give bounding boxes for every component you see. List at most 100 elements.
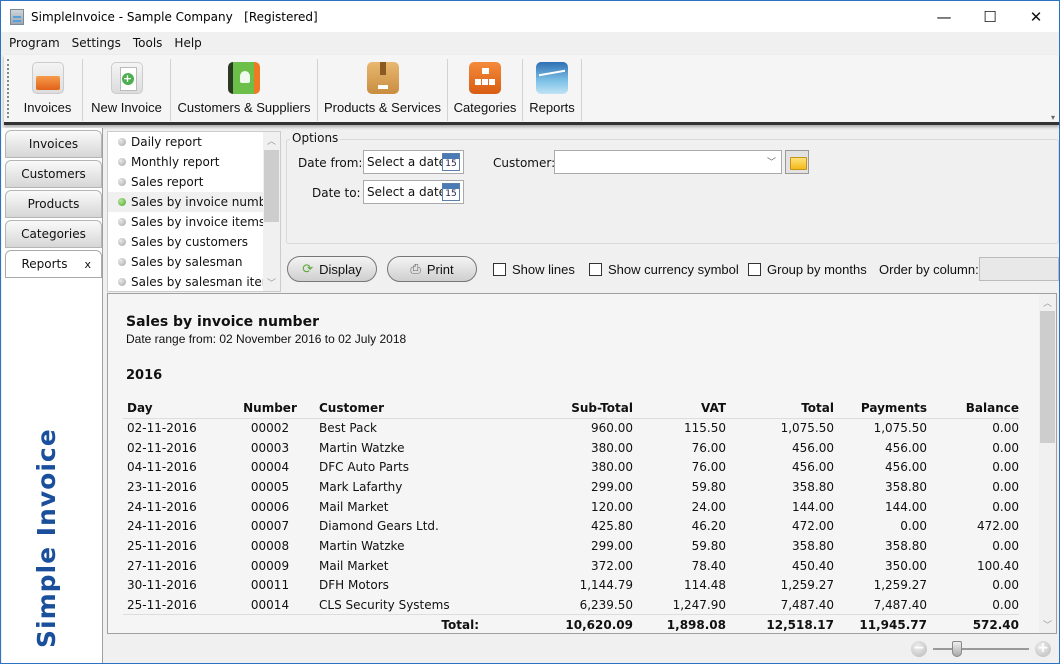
scroll-thumb[interactable] bbox=[1040, 311, 1055, 443]
cell-day: 30-11-2016 bbox=[127, 578, 197, 593]
report-view: Sales by invoice number Date range from:… bbox=[107, 293, 1057, 634]
menu-bar: Program Settings Tools Help bbox=[1, 32, 1059, 54]
printer-icon: ⎙ bbox=[410, 261, 421, 276]
show-lines-checkbox[interactable]: Show lines bbox=[493, 262, 575, 277]
cell-day: 27-11-2016 bbox=[127, 558, 197, 573]
toolbar: Invoices New Invoice Customers & Supplie… bbox=[4, 55, 1059, 125]
app-window: SimpleInvoice - Sample Company [Register… bbox=[0, 0, 1060, 664]
table-header-row: Day Number Customer Sub-Total VAT Total … bbox=[123, 398, 1019, 419]
toolbar-customers-button[interactable]: Customers & Suppliers bbox=[171, 59, 318, 121]
calendar-icon[interactable]: 15 bbox=[442, 153, 460, 171]
cell-sub-total: 299.00 bbox=[591, 479, 633, 494]
customer-select[interactable]: ﹀ bbox=[554, 150, 782, 174]
cell-payments: 456.00 bbox=[885, 460, 927, 475]
cell-total: 450.40 bbox=[792, 558, 834, 573]
cell-customer: Best Pack bbox=[319, 421, 377, 436]
close-tab-icon[interactable]: x bbox=[84, 258, 91, 271]
maximize-button[interactable]: ☐ bbox=[967, 1, 1013, 32]
cell-sub-total: 6,239.50 bbox=[579, 597, 633, 612]
cell-sub-total: 299.00 bbox=[591, 538, 633, 553]
window-title: SimpleInvoice - Sample Company [Register… bbox=[31, 9, 318, 24]
display-button[interactable]: ⟳ Display bbox=[287, 256, 377, 282]
calendar-icon[interactable]: 15 bbox=[442, 183, 460, 201]
zoom-in-button[interactable]: + bbox=[1035, 641, 1051, 657]
close-button[interactable]: ✕ bbox=[1013, 1, 1059, 32]
cell-payments: 7,487.40 bbox=[873, 597, 927, 612]
date-to-picker[interactable]: Select a date 15 bbox=[363, 180, 464, 204]
nav-tab-reports[interactable]: Reports x bbox=[5, 250, 102, 278]
zoom-slider-thumb[interactable] bbox=[952, 641, 962, 657]
toolbar-products-button[interactable]: Products & Services bbox=[318, 59, 448, 121]
order-by-select[interactable] bbox=[979, 257, 1059, 281]
report-item-label: Sales by salesman items bbox=[131, 275, 280, 289]
report-item-by-salesman[interactable]: Sales by salesman bbox=[108, 252, 280, 272]
scroll-up-icon[interactable]: ︿ bbox=[263, 134, 280, 147]
menu-settings[interactable]: Settings bbox=[66, 36, 127, 50]
scroll-up-icon[interactable]: ︿ bbox=[1039, 296, 1056, 309]
nav-tab-customers[interactable]: Customers bbox=[5, 160, 102, 188]
menu-help[interactable]: Help bbox=[168, 36, 207, 50]
minimize-button[interactable]: — bbox=[921, 1, 967, 32]
cell-day: 24-11-2016 bbox=[127, 499, 197, 514]
cell-customer: Mail Market bbox=[319, 499, 389, 514]
cell-sub-total: 380.00 bbox=[591, 460, 633, 475]
cell-customer: DFH Motors bbox=[319, 578, 389, 593]
toolbar-reports-button[interactable]: Reports bbox=[523, 59, 582, 121]
checkbox-box[interactable] bbox=[589, 263, 602, 276]
report-item-monthly[interactable]: Monthly report bbox=[108, 152, 280, 172]
report-list-scrollbar[interactable]: ︿ ﹀ bbox=[263, 132, 280, 291]
nav-tab-products[interactable]: Products bbox=[5, 190, 102, 218]
title-bar: SimpleInvoice - Sample Company [Register… bbox=[1, 1, 1059, 32]
report-title: Sales by invoice number bbox=[126, 314, 319, 330]
nav-tab-categories[interactable]: Categories bbox=[5, 220, 102, 248]
report-scrollbar[interactable]: ︿ ﹀ bbox=[1039, 294, 1056, 633]
cell-vat: 78.40 bbox=[691, 558, 726, 573]
chevron-down-icon[interactable]: ﹀ bbox=[767, 155, 776, 168]
cell-total: 456.00 bbox=[792, 460, 834, 475]
print-label: Print bbox=[426, 261, 454, 277]
cell-balance: 100.40 bbox=[977, 558, 1019, 573]
total-vat: 1,898.08 bbox=[633, 614, 726, 633]
scroll-down-icon[interactable]: ﹀ bbox=[1039, 618, 1056, 631]
table-row: 23-11-2016 00005 Mark Lafarthy 299.00 59.80 3… bbox=[123, 477, 1019, 497]
display-label: Display bbox=[319, 261, 362, 277]
report-year-heading: 2016 bbox=[126, 368, 163, 383]
report-item-by-salesman-items[interactable]: Sales by salesman items bbox=[108, 272, 280, 291]
group-by-months-checkbox[interactable]: Group by months bbox=[748, 262, 867, 277]
table-row: 27-11-2016 00009 Mail Market 372.00 78.40 450… bbox=[123, 556, 1019, 576]
browse-customer-button[interactable] bbox=[785, 150, 809, 174]
menu-program[interactable]: Program bbox=[3, 36, 66, 50]
show-lines-label: Show lines bbox=[512, 262, 575, 277]
print-button[interactable]: ⎙ Print bbox=[387, 256, 477, 282]
report-item-by-invoice-items[interactable]: Sales by invoice items bbox=[108, 212, 280, 232]
report-item-daily[interactable]: Daily report bbox=[108, 132, 280, 152]
total-sub-total: 10,620.09 bbox=[493, 614, 633, 633]
cell-customer: Martin Watzke bbox=[319, 538, 405, 553]
toolbar-customers-label: Customers & Suppliers bbox=[177, 100, 311, 115]
toolbar-new-invoice-button[interactable]: New Invoice bbox=[83, 59, 171, 121]
toolbar-reports-label: Reports bbox=[529, 100, 575, 115]
table-row: 25-11-2016 00014 CLS Security Systems 6,239… bbox=[123, 595, 1019, 615]
app-icon bbox=[10, 8, 24, 25]
radio-dot-icon bbox=[118, 138, 126, 146]
checkbox-box[interactable] bbox=[748, 263, 761, 276]
toolbar-invoices-button[interactable]: Invoices bbox=[13, 59, 83, 121]
menu-tools[interactable]: Tools bbox=[127, 36, 169, 50]
scroll-down-icon[interactable]: ﹀ bbox=[263, 276, 280, 289]
cell-day: 04-11-2016 bbox=[127, 460, 197, 475]
scroll-thumb[interactable] bbox=[264, 150, 279, 222]
checkbox-box[interactable] bbox=[493, 263, 506, 276]
report-item-by-invoice-number[interactable]: Sales by invoice number bbox=[108, 192, 280, 212]
report-item-by-customers[interactable]: Sales by customers bbox=[108, 232, 280, 252]
table-row: 02-11-2016 00003 Martin Watzke 380.00 76.00 4… bbox=[123, 438, 1019, 458]
toolbar-products-label: Products & Services bbox=[323, 100, 442, 115]
zoom-out-button[interactable]: − bbox=[911, 641, 927, 657]
date-from-picker[interactable]: Select a date 15 bbox=[363, 150, 464, 174]
toolbar-overflow-icon[interactable]: ▾ bbox=[1051, 113, 1055, 122]
report-item-sales[interactable]: Sales report bbox=[108, 172, 280, 192]
nav-tab-label: Customers bbox=[21, 167, 86, 181]
show-currency-checkbox[interactable]: Show currency symbol bbox=[589, 262, 739, 277]
zoom-slider-track[interactable] bbox=[933, 648, 1029, 650]
nav-tab-invoices[interactable]: Invoices bbox=[5, 130, 102, 158]
toolbar-categories-button[interactable]: Categories bbox=[448, 59, 523, 121]
